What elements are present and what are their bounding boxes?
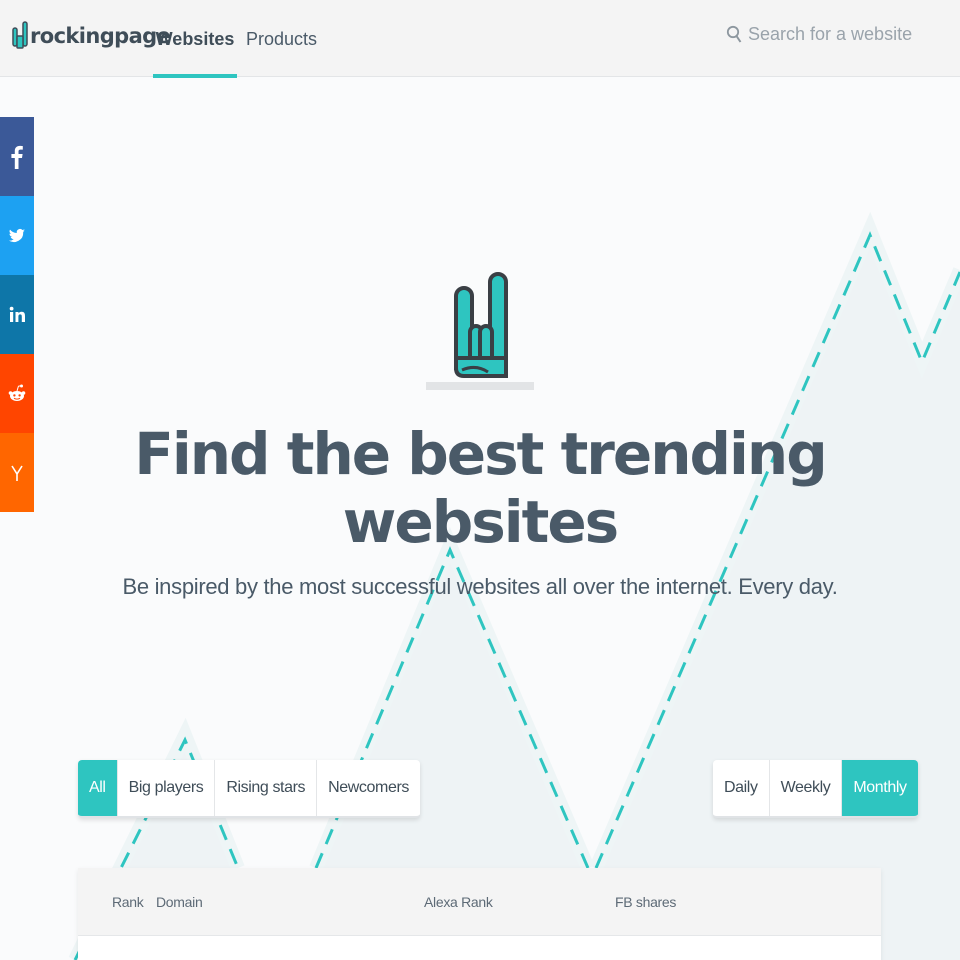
column-header-rank[interactable]: Rank	[112, 894, 144, 910]
period-monthly-button[interactable]: Monthly	[841, 760, 918, 816]
search-input[interactable]	[748, 24, 948, 45]
linkedin-icon	[9, 306, 25, 322]
search-bar	[726, 24, 948, 45]
filter-rising-stars-button[interactable]: Rising stars	[214, 760, 316, 816]
logo[interactable]: rockingpage	[12, 20, 171, 52]
hero-title: Find the best trending websites	[134, 420, 828, 556]
period-daily-button[interactable]: Daily	[713, 760, 769, 816]
table-header: Rank Domain Alexa Rank FB shares	[78, 868, 881, 936]
websites-table: Rank Domain Alexa Rank FB shares	[78, 868, 881, 960]
column-header-fb-shares[interactable]: FB shares	[615, 894, 676, 910]
logo-text: rockingpage	[30, 24, 171, 48]
hero-subtitle: Be inspired by the most successful websi…	[122, 574, 838, 599]
filter-newcomers-button[interactable]: Newcomers	[316, 760, 420, 816]
period-filter: Daily Weekly Monthly	[713, 760, 918, 818]
facebook-icon	[11, 145, 23, 169]
reddit-icon	[8, 384, 26, 401]
filter-big-players-button[interactable]: Big players	[116, 760, 215, 816]
nav-websites[interactable]: Websites	[153, 0, 237, 78]
top-header: rockingpage Websites Products	[0, 0, 960, 78]
period-weekly-button[interactable]: Weekly	[768, 760, 842, 816]
rock-hand-logo-icon	[12, 21, 28, 49]
column-header-domain[interactable]: Domain	[156, 894, 203, 910]
share-linkedin-button[interactable]	[0, 275, 34, 354]
category-filter: All Big players Rising stars Newcomers	[78, 760, 420, 818]
rock-hand-hero-icon	[426, 272, 534, 390]
share-facebook-button[interactable]	[0, 117, 34, 196]
search-icon	[726, 25, 742, 43]
twitter-icon	[8, 228, 26, 242]
column-header-alexa-rank[interactable]: Alexa Rank	[424, 894, 493, 910]
share-twitter-button[interactable]	[0, 196, 34, 275]
filter-all-button[interactable]: All	[78, 760, 117, 816]
nav-products[interactable]: Products	[246, 0, 317, 77]
